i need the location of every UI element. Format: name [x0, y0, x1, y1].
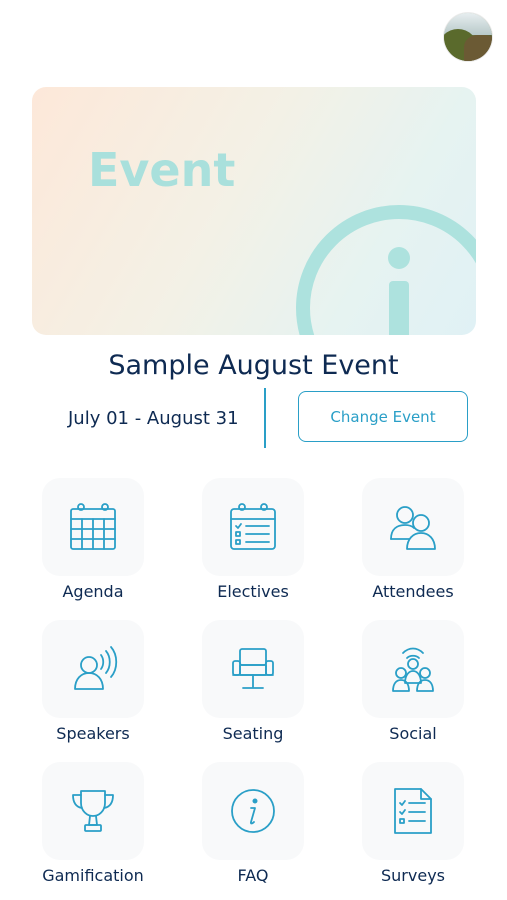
- tile-electives-box: [202, 478, 304, 576]
- tile-faq-label: FAQ: [237, 866, 269, 885]
- tile-social[interactable]: Social: [338, 620, 488, 750]
- tile-agenda-label: Agenda: [62, 582, 124, 601]
- tile-faq-box: [202, 762, 304, 860]
- tile-gamification-label: Gamification: [42, 866, 144, 885]
- tile-social-label: Social: [389, 724, 437, 743]
- people-icon: [390, 506, 436, 550]
- trophy-icon: [72, 790, 114, 832]
- tile-attendees-box: [362, 478, 464, 576]
- event-dates: July 01 - August 31: [68, 408, 239, 429]
- tile-surveys[interactable]: Surveys: [338, 762, 488, 892]
- tile-agenda[interactable]: Agenda: [18, 478, 168, 608]
- change-event-button[interactable]: Change Event: [298, 391, 468, 442]
- event-banner: Event: [32, 87, 476, 335]
- info-icon: [296, 205, 476, 335]
- tile-surveys-box: [362, 762, 464, 860]
- calendar-list-icon: [230, 503, 276, 550]
- tile-gamification-box: [42, 762, 144, 860]
- speaker-icon: [74, 646, 118, 690]
- tile-speakers-label: Speakers: [56, 724, 130, 743]
- seat-icon: [232, 648, 274, 689]
- tile-speakers[interactable]: Speakers: [18, 620, 168, 750]
- banner-word: Event: [88, 143, 236, 197]
- tile-seating-label: Seating: [222, 724, 284, 743]
- social-icon: [392, 647, 434, 692]
- avatar-photo-rock: [464, 35, 492, 61]
- tile-social-box: [362, 620, 464, 718]
- divider: [264, 388, 266, 448]
- tile-agenda-box: [42, 478, 144, 576]
- tile-attendees-label: Attendees: [372, 582, 454, 601]
- tile-gamification[interactable]: Gamification: [18, 762, 168, 892]
- tile-speakers-box: [42, 620, 144, 718]
- calendar-grid-icon: [70, 503, 116, 550]
- survey-icon: [394, 788, 432, 834]
- avatar[interactable]: [444, 13, 492, 61]
- event-title: Sample August Event: [108, 350, 399, 381]
- info-circle-icon: [231, 789, 275, 833]
- tile-surveys-label: Surveys: [381, 866, 445, 885]
- tile-electives-label: Electives: [217, 582, 289, 601]
- tile-electives[interactable]: Electives: [178, 478, 328, 608]
- tile-seating-box: [202, 620, 304, 718]
- tile-attendees[interactable]: Attendees: [338, 478, 488, 608]
- tile-faq[interactable]: FAQ: [178, 762, 328, 892]
- tile-seating[interactable]: Seating: [178, 620, 328, 750]
